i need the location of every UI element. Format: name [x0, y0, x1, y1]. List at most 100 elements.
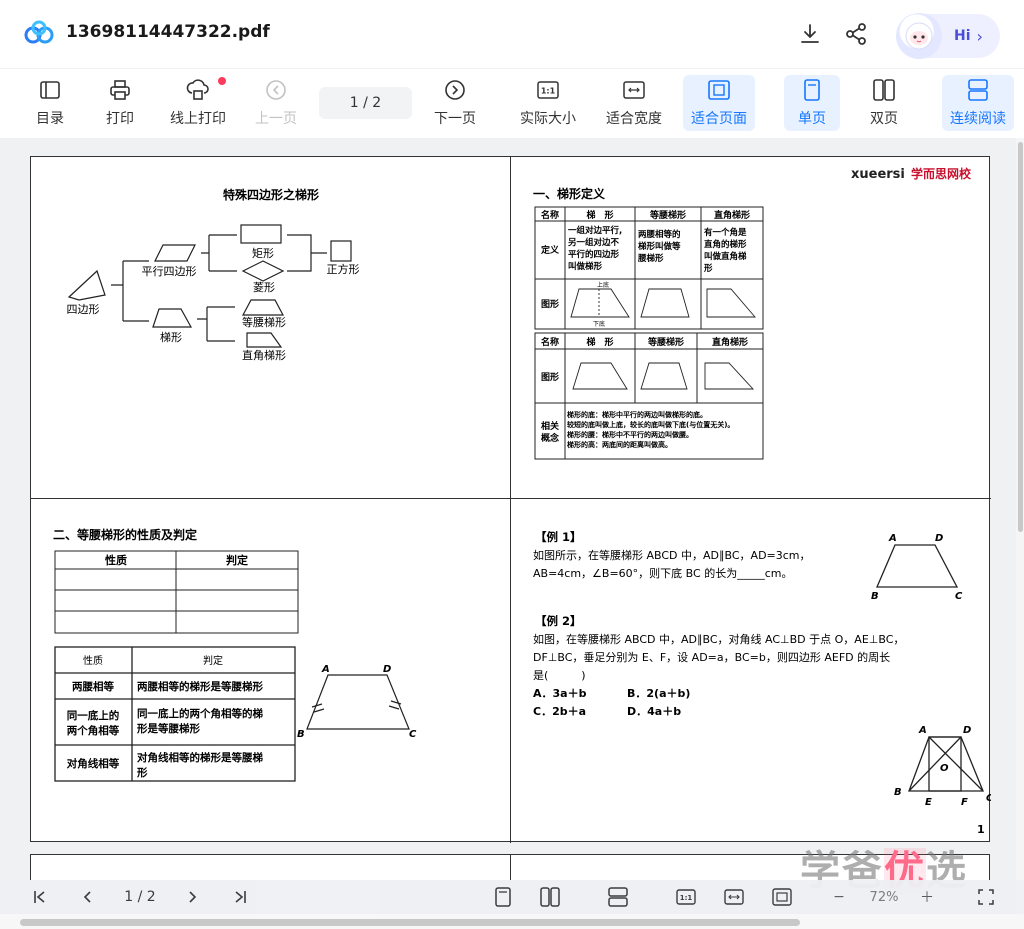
t1-header-right: 直角梯形: [714, 209, 750, 221]
judge-row-3: 对角线相等的梯形是等腰梯: [137, 751, 263, 764]
example-2-line: 是( ): [533, 669, 586, 682]
section-properties: 二、等腰梯形的性质及判定: [53, 527, 197, 542]
prop-row-3: 对角线相等: [67, 757, 120, 770]
bottom-navigation-bar: 1 / 2 1:1 − 72% ＋: [0, 880, 1024, 914]
option-b: B．2(a＋b): [627, 687, 690, 700]
empty-table: [54, 550, 299, 634]
share-icon[interactable]: [844, 22, 868, 46]
document-viewport[interactable]: 特殊四边形之梯形 四边形 平行四边形 矩形 菱形 正方形 梯形 等腰梯形 直角梯…: [0, 138, 1016, 880]
vertical-scrollbar[interactable]: [1016, 138, 1024, 880]
t1-upper-base: 上底: [597, 281, 609, 289]
t1-header-isosceles: 等腰梯形: [649, 209, 686, 221]
fit-page-label: 适合页面: [691, 111, 747, 127]
parallelogram-shape: [154, 244, 196, 262]
quadrilateral-classification-diagram: 特殊四边形之梯形 四边形 平行四边形 矩形 菱形 正方形 梯形 等腰梯形 直角梯…: [67, 187, 360, 362]
horizontal-scroll-thumb[interactable]: [20, 919, 800, 926]
section-definition: 一、梯形定义: [533, 186, 606, 201]
fit-width-view-icon[interactable]: [722, 886, 746, 908]
fit-page-view-icon[interactable]: [770, 886, 794, 908]
print-label: 打印: [106, 111, 134, 127]
prop-row-2: 两个角相等: [67, 724, 120, 737]
fit-width-icon: [622, 78, 646, 102]
fullscreen-icon[interactable]: [974, 886, 998, 908]
page2-divider: [510, 855, 511, 880]
zoom-in-button[interactable]: ＋: [916, 886, 938, 908]
t2-header-name: 名称: [541, 336, 559, 348]
download-icon[interactable]: [798, 22, 822, 46]
t1-def1-line: 另一组对边不: [568, 237, 620, 248]
t1-def3-line: 形: [704, 263, 713, 274]
examples-section: 【例 1】 如图所示，在等腰梯形 ABCD 中，AD∥BC，AD=3cm， AB…: [533, 530, 991, 836]
t2-figures: [572, 362, 755, 390]
label-right-trapezoid: 直角梯形: [242, 348, 286, 362]
square-shape: [330, 240, 352, 262]
fit-width-button[interactable]: 适合宽度: [600, 75, 668, 131]
t1-def1-line: 一组对边平行,: [568, 225, 622, 236]
label-rectangle: 矩形: [252, 247, 274, 260]
example-2-line: DF⊥BC，垂足分别为 E、F，设 AD=a，BC=b，则四边形 AEFD 的周…: [533, 650, 890, 664]
t1-def3-line: 直角的梯形: [704, 239, 747, 250]
print-button[interactable]: 打印: [92, 75, 148, 131]
actual-size-icon: 1:1: [536, 78, 560, 102]
label-quadrilateral: 四边形: [67, 303, 100, 316]
fit-page-icon: [707, 78, 731, 102]
svg-text:C: C: [955, 591, 963, 602]
double-page-label: 双页: [870, 111, 898, 127]
notification-dot: [218, 77, 226, 85]
t2-header-right: 直角梯形: [712, 336, 748, 348]
bracket-parallelogram: [201, 234, 237, 272]
svg-text:F: F: [961, 797, 968, 808]
double-page-button[interactable]: 双页: [856, 75, 912, 131]
next-page-button[interactable]: 下一页: [427, 75, 483, 131]
judge-row-1: 两腰相等的梯形是等腰梯形: [137, 680, 263, 693]
vertical-scroll-thumb[interactable]: [1018, 142, 1023, 532]
actual-size-button[interactable]: 1:1 实际大小: [514, 75, 582, 131]
single-page-button[interactable]: 单页: [784, 75, 840, 131]
svg-text:D: D: [963, 725, 971, 736]
continuous-view-icon[interactable]: [606, 886, 630, 908]
toc-button[interactable]: 目录: [22, 75, 78, 131]
double-page-view-icon[interactable]: [538, 886, 562, 908]
t1-def3-line: 有一个角是: [704, 227, 747, 238]
bottom-page-indicator[interactable]: 1 / 2: [112, 886, 168, 908]
single-page-view-icon[interactable]: [492, 886, 514, 908]
right-trapezoid-shape: [246, 332, 283, 348]
svg-text:B: B: [871, 591, 879, 602]
isosceles-properties-section: 二、等腰梯形的性质及判定 性质 判定 性质 判定 两腰相等 两腰相等的梯形是等腰…: [53, 527, 417, 782]
t1-def-label: 定义: [540, 244, 560, 256]
first-page-icon[interactable]: [30, 886, 50, 908]
quadrilateral-shape: [67, 269, 106, 301]
svg-text:D: D: [383, 664, 391, 675]
judge-row-2: 同一底上的两个角相等的梯: [137, 707, 263, 720]
continuous-label: 连续阅读: [950, 111, 1006, 127]
svg-text:A: A: [321, 664, 330, 675]
t1-header-name: 名称: [541, 209, 559, 221]
example-2-line: 如图，在等腰梯形 ABCD 中，AD∥BC，对角线 AC⊥BD 于点 O，AE⊥…: [533, 632, 904, 646]
fit-page-button[interactable]: 适合页面: [683, 75, 755, 131]
t1-fig-label: 图形: [541, 298, 559, 310]
example-1-figure: [876, 544, 959, 588]
actual-size-label: 实际大小: [520, 111, 576, 127]
prev-page-icon[interactable]: [78, 886, 98, 908]
next-page-icon[interactable]: [182, 886, 202, 908]
example-1-line: AB=4cm，∠B=60°，则下底 BC 的长为_____cm。: [533, 566, 792, 580]
last-page-icon[interactable]: [230, 886, 250, 908]
continuous-reading-button[interactable]: 连续阅读: [942, 75, 1014, 131]
t1-header-trapezoid: 梯 形: [586, 209, 613, 221]
isosceles-trapezoid-shape: [242, 299, 284, 316]
zoom-out-button[interactable]: −: [828, 886, 850, 908]
option-c: C．2b＋a: [533, 705, 586, 718]
horizontal-scrollbar[interactable]: [0, 914, 1024, 929]
t1-def1-line: 叫做梯形: [568, 261, 603, 272]
continuous-icon: [966, 78, 990, 102]
svg-text:C: C: [409, 729, 417, 740]
actual-size-view-icon[interactable]: 1:1: [674, 886, 698, 908]
baidu-netdisk-logo: [24, 20, 54, 44]
assistant-hi-button[interactable]: Hi ›: [896, 13, 1000, 59]
next-circle-icon: [443, 78, 467, 102]
page-indicator[interactable]: 1 / 2: [319, 87, 412, 119]
prev-page-button[interactable]: 上一页: [248, 75, 304, 131]
next-page-label: 下一页: [434, 111, 476, 127]
empty-table-header-prop: 性质: [105, 553, 127, 567]
svg-text:C: C: [986, 793, 991, 804]
